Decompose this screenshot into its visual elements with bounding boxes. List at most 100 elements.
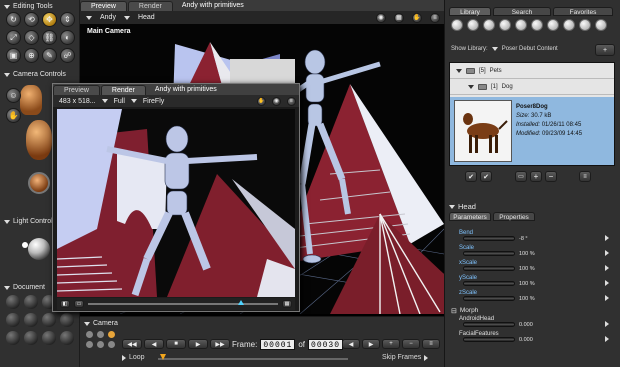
param-value[interactable]: 100 % xyxy=(519,266,535,272)
param-value[interactable]: 100 % xyxy=(519,281,535,287)
twist-tool-icon[interactable]: ⟲ xyxy=(24,12,39,27)
part-select[interactable]: Head xyxy=(138,14,155,21)
add-library-button[interactable]: + xyxy=(595,44,615,56)
style-silhouette-icon[interactable] xyxy=(6,295,20,309)
poses-category-icon[interactable] xyxy=(467,19,479,31)
folder-expand-icon[interactable] xyxy=(456,68,462,73)
grouping-tool-icon[interactable]: ▣ xyxy=(6,48,21,63)
light-sphere-icon[interactable] xyxy=(28,238,50,260)
param-dial[interactable] xyxy=(463,322,515,327)
library-view-button[interactable]: ▭ xyxy=(515,171,527,182)
total-frames-field[interactable]: 00030 xyxy=(308,339,344,350)
preview-grid-icon[interactable]: ▦ xyxy=(282,300,292,308)
preview-compare-icon[interactable]: ◧ xyxy=(60,300,70,308)
preview-hand-icon[interactable]: ✋ xyxy=(257,96,266,106)
library-select-arrow-icon[interactable] xyxy=(491,47,498,51)
materials-category-icon[interactable] xyxy=(579,19,591,31)
rewind-button[interactable]: ◀◀ xyxy=(122,339,142,349)
editing-tools-header[interactable]: Editing Tools xyxy=(4,3,53,10)
direct-manipulation-icon[interactable]: ☍ xyxy=(60,48,75,63)
view-magnifier-icon[interactable]: ⊕ xyxy=(24,48,39,63)
camera-figure-icon[interactable] xyxy=(26,120,52,160)
style-textured-icon[interactable] xyxy=(24,331,38,345)
param-row-androidhead[interactable]: AndroidHead 0.000 xyxy=(445,316,615,331)
preview-slider-handle-icon[interactable] xyxy=(238,300,244,305)
skip-frames-control[interactable]: Skip Frames xyxy=(382,354,429,361)
camera-controls-header[interactable]: Camera Controls xyxy=(4,71,66,78)
light-indicator-icon[interactable] xyxy=(22,242,28,248)
param-row-scale[interactable]: Scale 100 % xyxy=(445,245,615,260)
play-button[interactable]: ▶ xyxy=(188,339,208,349)
part-select-arrow-icon[interactable] xyxy=(123,15,130,20)
head-camera-icon[interactable] xyxy=(20,85,42,115)
param-dial[interactable] xyxy=(463,281,515,286)
library-tab[interactable]: Library xyxy=(449,7,491,16)
viewport-grid-icon[interactable]: ▦ xyxy=(394,12,404,23)
param-menu-arrow-icon[interactable] xyxy=(605,250,609,256)
expressions-category-icon[interactable] xyxy=(483,19,495,31)
camera-dot-4[interactable] xyxy=(86,341,93,348)
props-category-icon[interactable] xyxy=(531,19,543,31)
param-menu-arrow-icon[interactable] xyxy=(605,280,609,286)
style-cartoon-icon[interactable] xyxy=(60,313,74,327)
color-tool-icon[interactable]: ◐ xyxy=(60,30,75,45)
param-row-yscale[interactable]: yScale 100 % xyxy=(445,275,615,290)
preview-tab-preview[interactable]: Preview xyxy=(53,85,100,95)
param-row-bend[interactable]: Bend -8 ° xyxy=(445,230,615,245)
remove-key-button[interactable]: − xyxy=(402,339,420,349)
folder-row-dog[interactable]: [1] Dog xyxy=(450,79,614,95)
item-thumbnail[interactable] xyxy=(454,100,512,162)
camera-dot-3[interactable] xyxy=(108,331,115,338)
play-back-button[interactable]: ◀ xyxy=(144,339,164,349)
face-camera-icon[interactable]: ☺ xyxy=(6,88,21,103)
rotate-tool-icon[interactable]: ↻ xyxy=(6,12,21,27)
param-value[interactable]: -8 ° xyxy=(519,236,528,242)
library-add-button[interactable]: + xyxy=(530,171,542,182)
search-tab[interactable]: Search xyxy=(493,7,551,16)
preview-render-icon[interactable]: ◉ xyxy=(272,96,281,106)
translate-tool-icon[interactable]: ✥ xyxy=(42,12,57,27)
selected-item-row[interactable]: Poser8Dog Size: 30.7 kB Installed: 01/26… xyxy=(450,97,614,165)
figure-select-arrow-icon[interactable] xyxy=(86,15,92,20)
style-lit-wireframe-icon[interactable] xyxy=(6,313,20,327)
param-dial[interactable] xyxy=(463,337,515,342)
library-options-button[interactable]: ≡ xyxy=(579,171,591,182)
param-value[interactable]: 0.000 xyxy=(519,337,533,343)
param-menu-arrow-icon[interactable] xyxy=(605,235,609,241)
param-menu-arrow-icon[interactable] xyxy=(605,336,609,342)
stop-button[interactable]: ■ xyxy=(166,339,186,349)
preview-renderer-arrow-icon[interactable] xyxy=(130,99,137,103)
chain-break-icon[interactable]: ⛓ xyxy=(42,30,57,45)
figures-category-icon[interactable] xyxy=(451,19,463,31)
collapse-icon[interactable]: ⊟ xyxy=(451,307,457,315)
param-dial[interactable] xyxy=(463,236,515,241)
param-menu-arrow-icon[interactable] xyxy=(605,321,609,327)
apply-replace-button[interactable]: ✔ xyxy=(465,171,477,182)
viewport-hand-icon[interactable]: ✋ xyxy=(412,12,422,23)
main-tab-preview[interactable]: Preview xyxy=(80,1,127,11)
library-select[interactable]: Poser Debut Content xyxy=(502,46,558,52)
morph-brush-icon[interactable]: ✎ xyxy=(42,48,57,63)
preview-menu-icon[interactable]: ≡ xyxy=(287,96,296,106)
style-smooth-icon[interactable] xyxy=(42,331,56,345)
folder-row-pets[interactable]: [5] Pets xyxy=(450,63,614,79)
figure-select[interactable]: Andy xyxy=(100,14,116,21)
folder-expand-icon[interactable] xyxy=(468,84,474,89)
key-prev-button[interactable]: ◀ xyxy=(342,339,360,349)
key-menu-button[interactable]: ≡ xyxy=(422,339,440,349)
key-next-button[interactable]: ▶ xyxy=(362,339,380,349)
library-remove-button[interactable]: − xyxy=(545,171,557,182)
param-row-xscale[interactable]: xScale 100 % xyxy=(445,260,615,275)
cameras-category-icon[interactable] xyxy=(563,19,575,31)
favorites-tab[interactable]: Favorites xyxy=(553,7,613,16)
taper-tool-icon[interactable]: ◇ xyxy=(24,30,39,45)
apply-add-button[interactable]: ✔ xyxy=(480,171,492,182)
rendered-image-canvas[interactable] xyxy=(57,109,295,297)
timeline-slider[interactable] xyxy=(158,354,348,360)
style-sketch-icon[interactable] xyxy=(60,331,74,345)
parameters-tab[interactable]: Parameters xyxy=(449,212,491,221)
parameters-section-header[interactable]: Head xyxy=(449,202,476,211)
param-dial[interactable] xyxy=(463,251,515,256)
trackball-icon[interactable] xyxy=(28,172,50,194)
param-value[interactable]: 100 % xyxy=(519,251,535,257)
